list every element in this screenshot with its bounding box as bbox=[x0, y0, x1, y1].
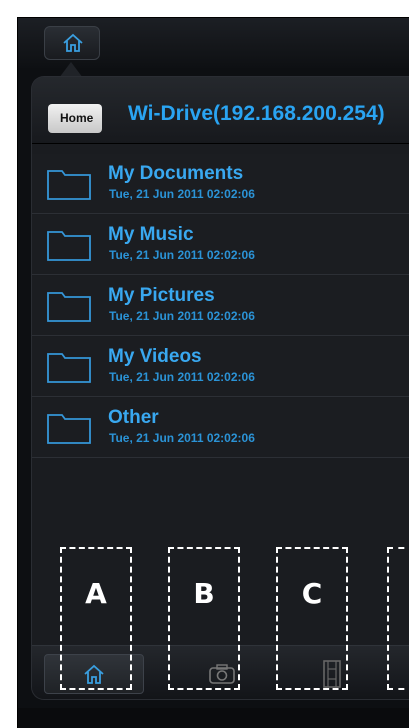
device-bezel bbox=[18, 708, 409, 728]
folder-icon bbox=[47, 231, 91, 261]
folder-name: My Videos bbox=[108, 346, 202, 367]
folder-name: My Documents bbox=[108, 163, 244, 184]
callout-a: A bbox=[60, 547, 132, 690]
folder-date: Tue, 21 Jun 2011 02:02:06 bbox=[109, 309, 255, 323]
folder-icon bbox=[47, 292, 91, 322]
folder-row[interactable]: My Videos Tue, 21 Jun 2011 02:02:06 bbox=[32, 337, 409, 397]
folder-name: My Pictures bbox=[108, 285, 215, 306]
folder-icon bbox=[47, 170, 91, 200]
folder-row[interactable]: My Documents Tue, 21 Jun 2011 02:02:06 bbox=[32, 154, 409, 214]
callout-c: C bbox=[276, 547, 348, 690]
breadcrumb-home-button[interactable]: Home bbox=[48, 104, 103, 133]
folder-row[interactable]: My Music Tue, 21 Jun 2011 02:02:06 bbox=[32, 215, 409, 275]
folder-name: My Music bbox=[108, 224, 194, 245]
folder-row[interactable]: My Pictures Tue, 21 Jun 2011 02:02:06 bbox=[32, 276, 409, 336]
folder-row[interactable]: Other Tue, 21 Jun 2011 02:02:06 bbox=[32, 398, 409, 458]
folder-name: Other bbox=[108, 407, 159, 428]
folder-icon bbox=[47, 414, 91, 444]
panel-header: Home Wi-Drive(192.168.200.254) bbox=[32, 77, 409, 144]
callout-b: B bbox=[168, 547, 240, 690]
home-icon bbox=[63, 33, 83, 52]
folder-date: Tue, 21 Jun 2011 02:02:06 bbox=[109, 370, 255, 384]
folder-icon bbox=[47, 353, 91, 383]
folder-date: Tue, 21 Jun 2011 02:02:06 bbox=[109, 431, 255, 445]
page-title: Wi-Drive(192.168.200.254) bbox=[128, 102, 385, 125]
tab-pointer bbox=[59, 62, 83, 78]
top-home-button[interactable] bbox=[44, 26, 100, 60]
folder-date: Tue, 21 Jun 2011 02:02:06 bbox=[109, 248, 255, 262]
folder-date: Tue, 21 Jun 2011 02:02:06 bbox=[109, 187, 255, 201]
callout-d-partial bbox=[387, 547, 409, 690]
top-toolbar bbox=[18, 18, 409, 78]
